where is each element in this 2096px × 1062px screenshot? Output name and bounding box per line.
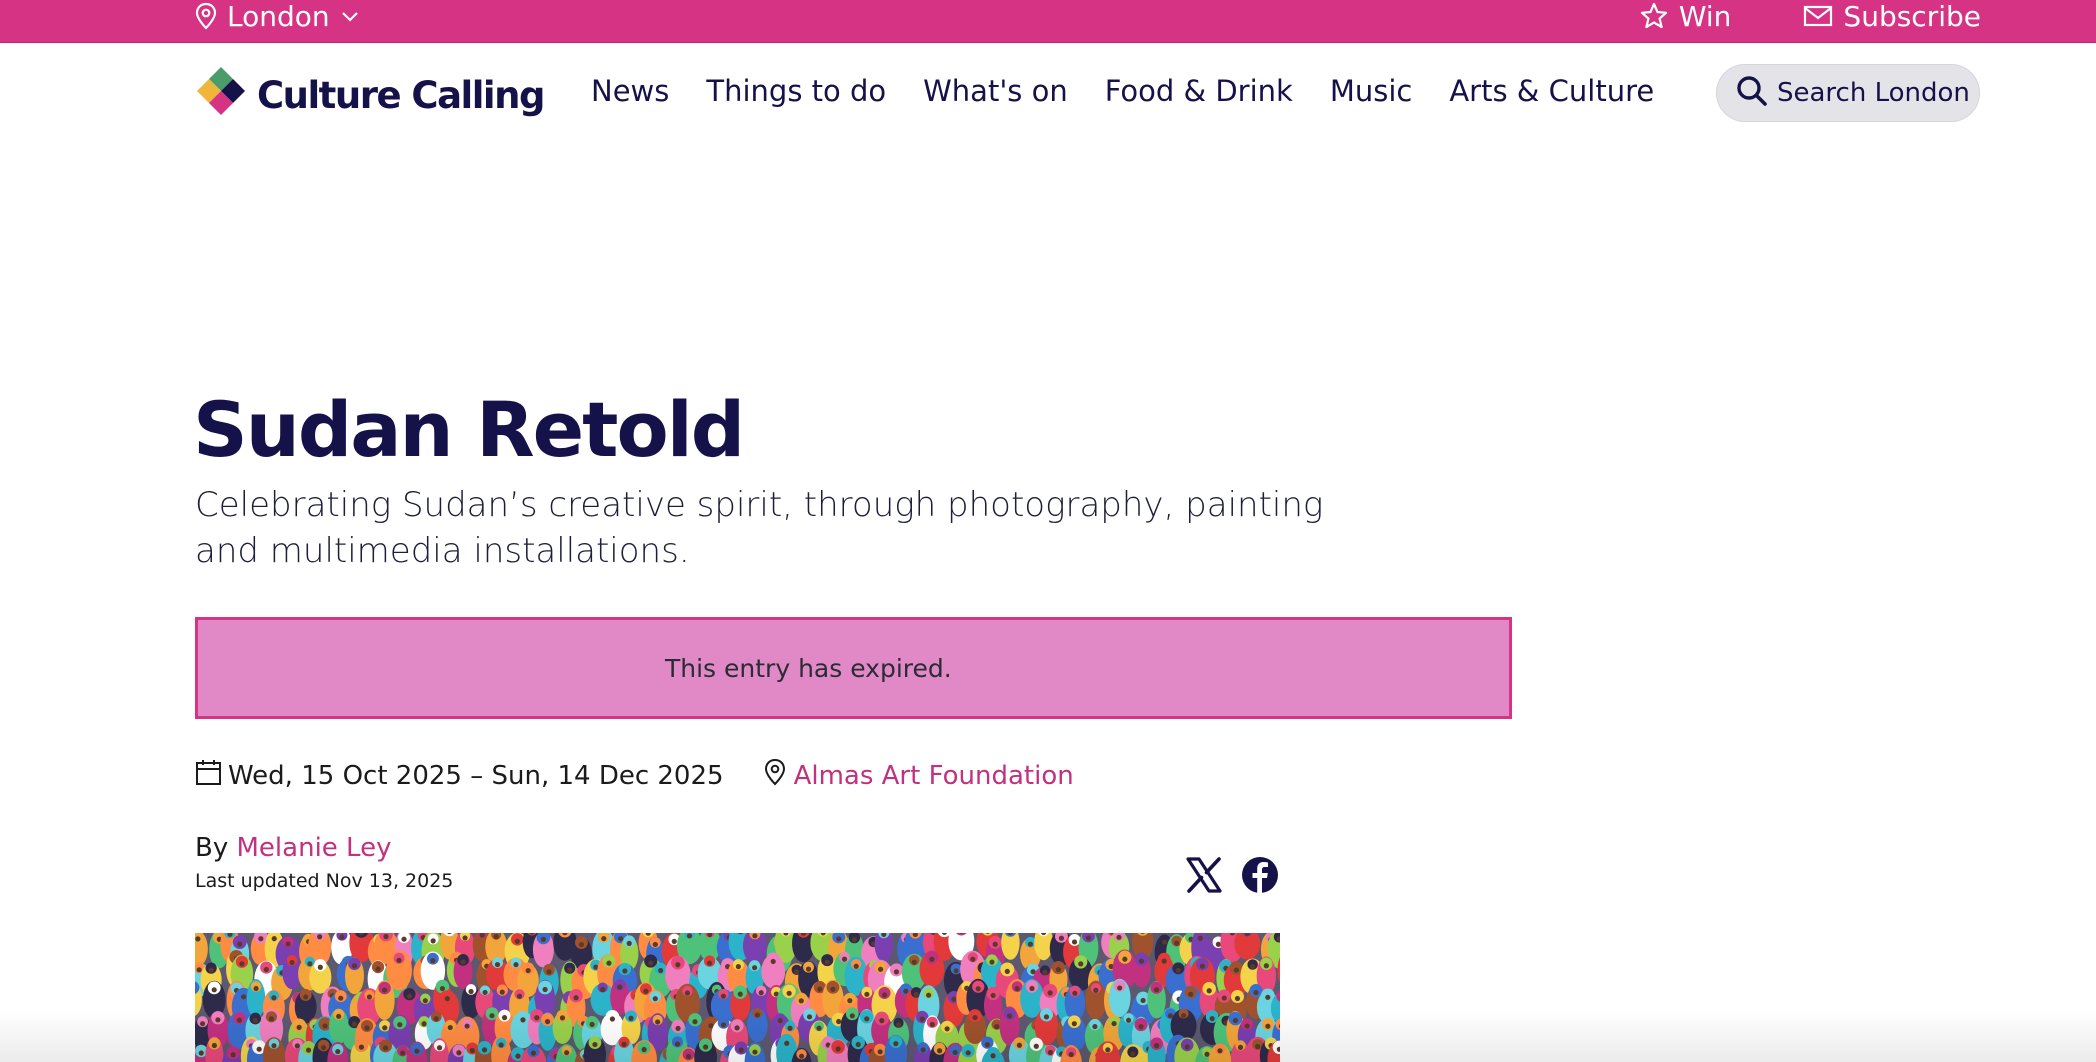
top-bar: London Win Subscribe — [0, 0, 2096, 43]
map-pin-icon — [764, 758, 786, 793]
event-venue: Almas Art Foundation — [764, 758, 1074, 793]
nav-item-whats-on[interactable]: What's on — [923, 73, 1068, 109]
author-link[interactable]: Melanie Ley — [237, 833, 392, 863]
site-header: Culture Calling News Things to do What's… — [0, 43, 2096, 143]
nav-item-food-drink[interactable]: Food & Drink — [1105, 73, 1293, 109]
event-dates: Wed, 15 Oct 2025 – Sun, 14 Dec 2025 — [195, 759, 724, 793]
page-title: Sudan Retold — [193, 385, 745, 474]
event-meta: Wed, 15 Oct 2025 – Sun, 14 Dec 2025 Alma… — [195, 758, 1074, 793]
win-label: Win — [1678, 0, 1732, 33]
hero-image — [195, 933, 1280, 1062]
search-icon — [1735, 74, 1769, 112]
byline: By Melanie Ley — [195, 833, 391, 863]
chevron-down-icon — [340, 9, 360, 23]
byline-prefix: By — [195, 833, 229, 863]
nav-item-things-to-do[interactable]: Things to do — [706, 73, 886, 109]
nav-item-music[interactable]: Music — [1330, 73, 1413, 109]
envelope-icon — [1803, 4, 1833, 28]
star-icon — [1639, 1, 1669, 31]
main-nav: News Things to do What's on Food & Drink… — [591, 73, 1654, 109]
top-bar-links: Win Subscribe — [1639, 0, 1981, 33]
subscribe-label: Subscribe — [1843, 0, 1981, 33]
logo-mark-icon — [195, 65, 247, 125]
logo-text: Culture Calling — [257, 73, 545, 117]
subscribe-link[interactable]: Subscribe — [1803, 0, 1981, 33]
event-dates-text: Wed, 15 Oct 2025 – Sun, 14 Dec 2025 — [228, 760, 724, 791]
x-logo-icon[interactable] — [1185, 856, 1223, 898]
nav-item-news[interactable]: News — [591, 73, 669, 109]
nav-item-arts-culture[interactable]: Arts & Culture — [1449, 73, 1654, 109]
share-buttons — [1185, 856, 1279, 898]
last-updated: Last updated Nov 13, 2025 — [195, 870, 454, 892]
expired-notice: This entry has expired. — [195, 617, 1512, 719]
search-button[interactable]: Search London — [1716, 64, 1980, 122]
location-selector[interactable]: London — [195, 0, 360, 33]
location-label: London — [227, 0, 330, 33]
facebook-icon[interactable] — [1241, 856, 1279, 898]
page-subtitle: Celebrating Sudan’s creative spirit, thr… — [195, 485, 1324, 571]
map-pin-icon — [195, 2, 217, 30]
win-link[interactable]: Win — [1639, 0, 1732, 33]
calendar-icon — [195, 759, 222, 793]
expired-notice-text: This entry has expired. — [665, 653, 952, 683]
site-logo[interactable]: Culture Calling — [195, 65, 545, 125]
crowd-photo — [195, 933, 1280, 1062]
search-label: Search London — [1777, 78, 1970, 108]
venue-link[interactable]: Almas Art Foundation — [794, 761, 1074, 791]
